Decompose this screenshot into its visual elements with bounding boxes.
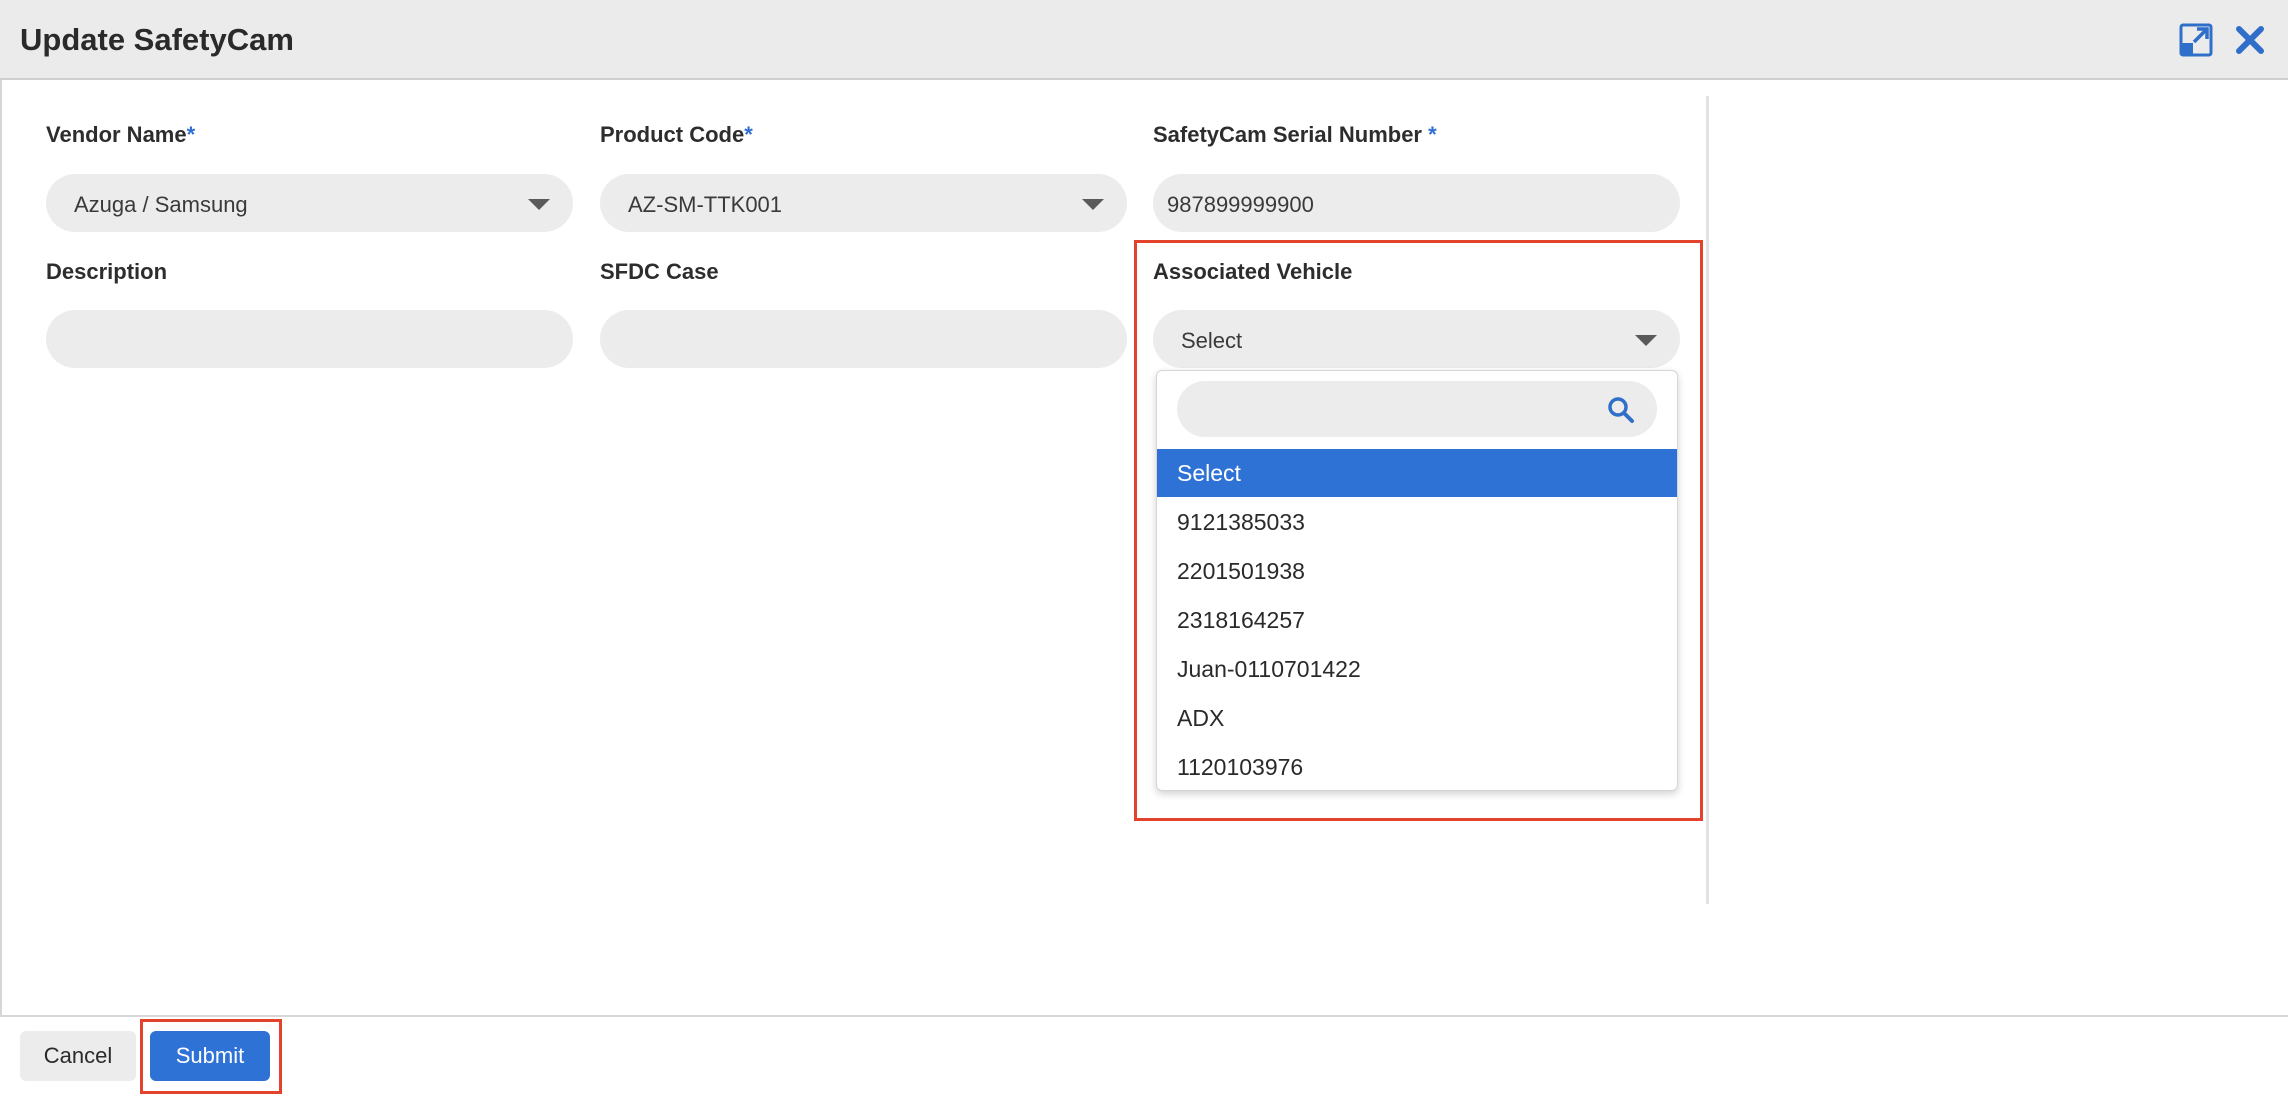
dropdown-option[interactable]: 2201501938 [1157, 547, 1677, 595]
associated-vehicle-dropdown: Select 9121385033 2201501938 2318164257 Juan… [1156, 370, 1678, 791]
serial-number-input[interactable]: 987899999900 [1153, 174, 1680, 232]
required-mark: * [186, 122, 196, 147]
expand-icon[interactable] [2178, 22, 2214, 58]
description-input[interactable] [46, 310, 573, 368]
required-mark: * [1428, 122, 1437, 147]
vendor-name-label: Vendor Name* [46, 122, 196, 147]
column-divider [1706, 96, 1709, 904]
vendor-name-value: Azuga / Samsung [74, 192, 248, 217]
dialog-title: Update SafetyCam [20, 22, 294, 57]
dropdown-option[interactable]: 2318164257 [1157, 596, 1677, 644]
dialog-footer [0, 1015, 2288, 1094]
cancel-button[interactable]: Cancel [20, 1031, 136, 1081]
vendor-name-select[interactable]: Azuga / Samsung [46, 174, 573, 232]
dropdown-search-input[interactable] [1177, 381, 1657, 437]
dialog-left-border [0, 80, 2, 1016]
product-code-value: AZ-SM-TTK001 [628, 192, 783, 217]
dialog-header: Update SafetyCam [0, 0, 2288, 80]
serial-number-label: SafetyCam Serial Number * [1153, 122, 1437, 147]
close-icon[interactable] [2232, 22, 2268, 58]
product-code-label: Product Code* [600, 122, 753, 147]
dropdown-option[interactable]: 9121385033 [1157, 498, 1677, 546]
dropdown-option[interactable]: ADX [1157, 694, 1677, 742]
sfdc-case-label: SFDC Case [600, 259, 719, 284]
dropdown-option[interactable]: Select [1157, 449, 1677, 497]
sfdc-case-input[interactable] [600, 310, 1127, 368]
dropdown-option[interactable]: 1120103976 [1157, 743, 1677, 791]
serial-number-value: 987899999900 [1167, 192, 1314, 217]
product-code-select[interactable]: AZ-SM-TTK001 [600, 174, 1127, 232]
dropdown-option[interactable]: Juan-0110701422 [1157, 645, 1677, 693]
required-mark: * [744, 122, 753, 147]
chevron-down-icon [528, 199, 550, 210]
submit-highlight [140, 1019, 282, 1094]
description-label: Description [46, 259, 168, 284]
chevron-down-icon [1082, 199, 1104, 210]
search-icon [1608, 397, 1634, 423]
